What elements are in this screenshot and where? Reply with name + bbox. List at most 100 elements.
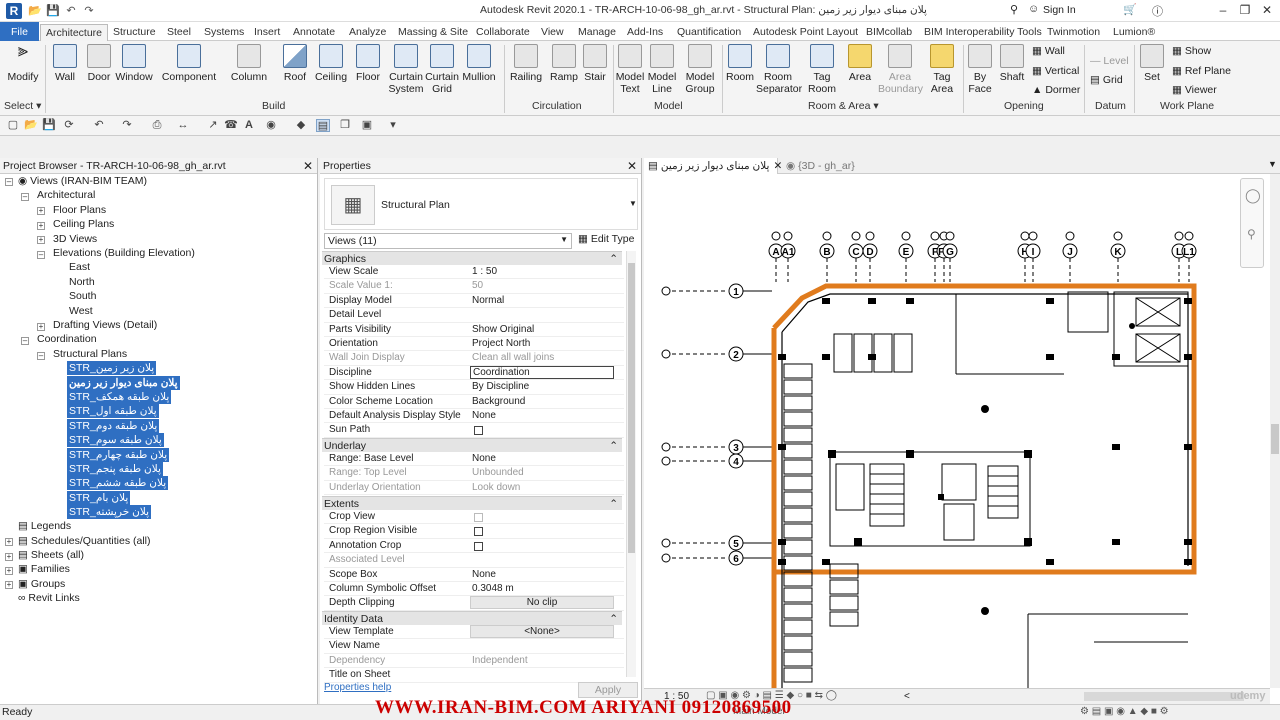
property-value[interactable]: 0.3048 m [472, 582, 514, 596]
thin-lines-icon[interactable]: ▤ [316, 119, 330, 132]
tab-file[interactable]: File [0, 22, 39, 41]
area-boundary-button[interactable]: Area Boundary [878, 44, 923, 95]
close-icon[interactable]: ✕ [627, 159, 637, 173]
tab-twinmotion[interactable]: Twinmotion [1042, 24, 1105, 41]
tab-systems[interactable]: Systems [199, 24, 249, 41]
floor-button[interactable]: Floor [352, 44, 384, 83]
switch-windows-icon[interactable]: ▣ [360, 119, 374, 132]
ref-plane-button[interactable]: ▦ Ref Plane [1172, 65, 1231, 77]
tree-groups[interactable]: ▣ Groups [18, 577, 65, 591]
property-value[interactable]: Independent [472, 654, 528, 668]
property-value[interactable]: No clip [470, 596, 614, 610]
checkbox[interactable] [474, 513, 483, 522]
apply-button[interactable]: Apply [578, 682, 638, 698]
tab-point-layout[interactable]: Autodesk Point Layout [748, 24, 863, 41]
property-value[interactable]: Look down [472, 481, 520, 495]
tab-architecture[interactable]: Architecture [40, 24, 109, 41]
expand-icon[interactable]: + [37, 236, 45, 244]
checkbox[interactable] [474, 527, 483, 537]
tree-elevations[interactable]: Elevations (Building Elevation) [53, 246, 195, 260]
customize-icon[interactable]: ▾ [386, 119, 400, 132]
property-row[interactable]: Detail Level [324, 308, 624, 323]
tag-icon[interactable]: ☎ [224, 119, 238, 132]
tree-south[interactable]: South [69, 289, 96, 303]
properties-help-link[interactable]: Properties help [324, 682, 391, 693]
open-file-icon[interactable]: 📂 [24, 119, 38, 132]
drawing-area[interactable]: ▤ پلان مبنای دیوار زیر زمین ✕ ◉ {3D - gh_… [644, 158, 1280, 704]
railing-button[interactable]: Railing [508, 44, 544, 83]
area-button[interactable]: Area [844, 44, 876, 83]
scrollbar-thumb[interactable] [628, 263, 635, 553]
tree-structural-plans[interactable]: Structural Plans [53, 347, 127, 361]
scrollbar-thumb[interactable] [1271, 424, 1279, 454]
checkbox[interactable] [474, 426, 483, 436]
property-value[interactable]: None [472, 409, 496, 423]
property-value[interactable]: Project North [472, 337, 530, 351]
tree-coordination[interactable]: Coordination [37, 332, 97, 346]
sync-icon[interactable]: ⟳ [62, 119, 76, 132]
floor-plan-drawing[interactable]: AA1BCDEFF1GHIJKLL1 123456 [644, 174, 1280, 688]
property-row[interactable]: Display Model Normal [324, 294, 624, 309]
property-row[interactable]: Discipline Coordination [324, 365, 624, 381]
save-icon[interactable]: 💾 [46, 4, 60, 18]
tab-lumion[interactable]: Lumion® [1108, 24, 1160, 41]
tab-quantification[interactable]: Quantification [672, 24, 746, 41]
tab-bim-interop[interactable]: BIM Interoperability Tools [919, 24, 1047, 41]
section-icon[interactable]: ◆ [294, 119, 308, 132]
ramp-button[interactable]: Ramp [548, 44, 580, 83]
user-icon[interactable]: ☺ [1028, 3, 1039, 15]
tab-massing-site[interactable]: Massing & Site [393, 24, 473, 41]
property-value[interactable]: Coordination [470, 365, 614, 379]
component-button[interactable]: Component [160, 44, 218, 83]
print-icon[interactable]: ⎙ [150, 119, 164, 132]
expand-icon[interactable]: + [5, 553, 13, 561]
property-row[interactable]: Color Scheme Location Background [324, 395, 624, 409]
tree-sheets[interactable]: ▤ Sheets (all) [18, 548, 84, 562]
tree-str-plan-3[interactable]: STR_پلان طبقه همکف [67, 390, 172, 404]
property-row[interactable]: View Scale 1 : 50 [324, 265, 624, 280]
by-face-button[interactable]: By Face [964, 44, 996, 95]
tree-east[interactable]: East [69, 260, 90, 274]
minimize-icon[interactable]: – [1212, 3, 1234, 17]
property-row[interactable]: Depth Clipping No clip [324, 596, 624, 611]
type-selector[interactable]: ▦ Structural Plan ▼ [324, 178, 638, 230]
property-row[interactable]: Associated Level [324, 553, 624, 568]
opening-wall-button[interactable]: ▦ Wall [1032, 45, 1065, 57]
mullion-button[interactable]: Mullion [460, 44, 498, 83]
instance-filter-select[interactable]: Views (11) ▼ [324, 233, 572, 249]
opening-vertical-button[interactable]: ▦ Vertical [1032, 65, 1079, 77]
close-icon[interactable]: ✕ [1256, 3, 1278, 17]
property-value[interactable]: Show Original [472, 323, 534, 337]
tree-schedules[interactable]: ▤ Schedules/Quantities (all) [18, 534, 151, 548]
new-icon[interactable]: ▢ [6, 119, 20, 132]
property-value[interactable]: 50 [472, 279, 483, 293]
collapse-icon[interactable]: – [21, 337, 29, 345]
property-row[interactable]: Parts Visibility Show Original [324, 323, 624, 337]
property-row[interactable]: Scale Value 1: 50 [324, 279, 624, 294]
expand-icon[interactable]: + [37, 207, 45, 215]
show-workplane-button[interactable]: ▦ Show [1172, 45, 1211, 57]
set-workplane-button[interactable]: Set [1138, 44, 1166, 83]
collapse-icon[interactable]: – [5, 178, 13, 186]
tree-str-plan-2[interactable]: پلان مبنای دیوار زیر زمین [67, 376, 180, 390]
underlay-section[interactable]: Underlay ⌃ [322, 438, 622, 452]
edit-type-button[interactable]: ▦ Edit Type [578, 233, 636, 249]
collapse-icon[interactable]: – [37, 352, 45, 360]
expand-icon[interactable]: + [5, 567, 13, 575]
roof-button[interactable]: Roof [280, 44, 310, 83]
horizontal-scrollbar[interactable] [1084, 692, 1244, 701]
close-hidden-icon[interactable]: ❐ [338, 119, 352, 132]
tree-3d-views[interactable]: 3D Views [53, 232, 97, 246]
model-text-button[interactable]: Model Text [614, 44, 646, 95]
open-icon[interactable]: 📂 [28, 4, 42, 18]
shaft-button[interactable]: Shaft [996, 44, 1028, 83]
tab-bimcollab[interactable]: BIMcollab [861, 24, 917, 41]
property-row[interactable]: Default Analysis Display Style None [324, 409, 624, 424]
extents-section[interactable]: Extents ⌃ [322, 496, 622, 510]
tab-steel[interactable]: Steel [162, 24, 196, 41]
tree-str-plan-10[interactable]: STR_پلان بام [67, 491, 131, 505]
tab-structure[interactable]: Structure [108, 24, 161, 41]
property-row[interactable]: Crop Region Visible [324, 524, 624, 539]
wall-button[interactable]: Wall [48, 44, 82, 83]
tab-collaborate[interactable]: Collaborate [471, 24, 535, 41]
